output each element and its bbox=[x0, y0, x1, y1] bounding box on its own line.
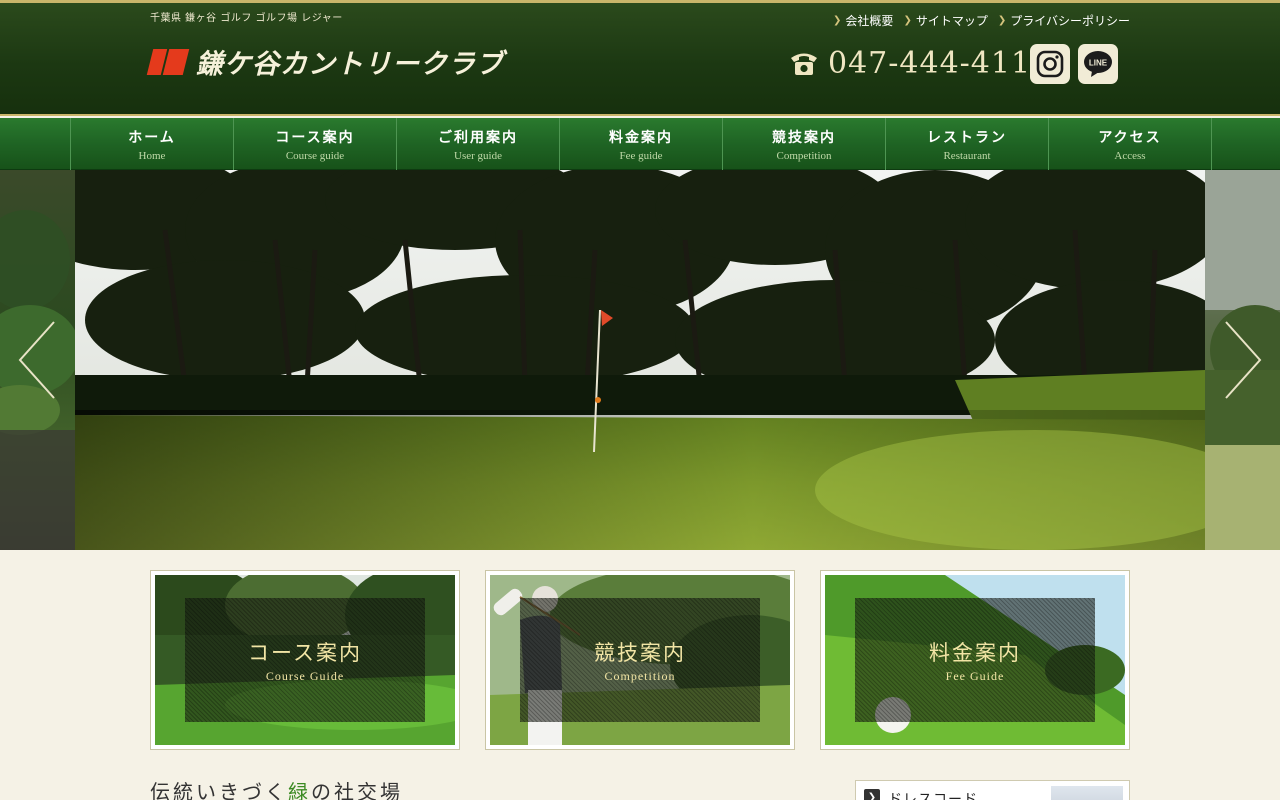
logo-text: 鎌ケ谷カントリークラブ bbox=[196, 48, 504, 80]
competition-photo: 競技案内 Competition bbox=[490, 575, 790, 745]
catch-before: 伝統いきづく bbox=[150, 780, 288, 800]
nav-item-restaurant[interactable]: レストラン Restaurant bbox=[886, 118, 1049, 170]
site-logo[interactable]: 鎌ケ谷カントリークラブ bbox=[146, 43, 504, 80]
dress-code-link[interactable]: ❯ ドレスコード bbox=[855, 780, 1130, 800]
card-title-en: Competition bbox=[604, 668, 676, 683]
card-label-box: 料金案内 Fee Guide bbox=[855, 598, 1095, 722]
header-tagline: 千葉県 鎌ヶ谷 ゴルフ ゴルフ場 レジャー bbox=[150, 13, 343, 24]
nav-label-en: Fee guide bbox=[619, 149, 663, 162]
card-title-jp: 料金案内 bbox=[929, 640, 1021, 665]
card-label-box: 競技案内 Competition bbox=[520, 598, 760, 722]
instagram-button[interactable] bbox=[1030, 44, 1070, 84]
top-link-company[interactable]: ❯ 会社概要 bbox=[833, 12, 893, 29]
chevron-left-icon bbox=[18, 321, 55, 399]
top-link-sitemap[interactable]: ❯ サイトマップ bbox=[903, 12, 987, 29]
top-link-privacy[interactable]: ❯ プライバシーポリシー bbox=[998, 12, 1130, 29]
top-link-label: プライバシーポリシー bbox=[1010, 14, 1130, 28]
chevron-right-icon: ❯ bbox=[864, 789, 880, 800]
nav-label-en: Competition bbox=[776, 149, 832, 162]
nav-item-course[interactable]: コース案内 Course guide bbox=[234, 118, 397, 170]
nav-item-user-guide[interactable]: ご利用案内 User guide bbox=[397, 118, 560, 170]
card-title-en: Fee Guide bbox=[945, 668, 1005, 683]
site-header: 千葉県 鎌ヶ谷 ゴルフ ゴルフ場 レジャー 鎌ケ谷カントリークラブ ❯ 会社概要… bbox=[0, 0, 1280, 116]
global-nav: ホーム Home コース案内 Course guide ご利用案内 User g… bbox=[0, 118, 1280, 170]
slider-next-arrow[interactable] bbox=[1222, 320, 1262, 404]
nav-label-en: User guide bbox=[454, 149, 502, 162]
nav-label-jp: コース案内 bbox=[275, 129, 355, 146]
card-fee-guide[interactable]: 料金案内 Fee Guide bbox=[820, 570, 1130, 750]
catch-copy: 伝統いきづく緑の社交場 bbox=[150, 776, 403, 800]
card-course-guide[interactable]: コース案内 Course Guide bbox=[150, 570, 460, 750]
top-link-label: 会社概要 bbox=[845, 14, 894, 28]
hero-image-golf-green bbox=[15, 170, 1255, 550]
hero-slider bbox=[0, 170, 1280, 550]
telephone-icon bbox=[791, 53, 817, 75]
chevron-right-icon: ❯ bbox=[903, 15, 912, 26]
nav-label-en: Course guide bbox=[285, 149, 345, 162]
chevron-right-icon bbox=[1225, 321, 1262, 399]
nav-label-jp: 競技案内 bbox=[772, 129, 836, 146]
nav-item-access[interactable]: アクセス Access bbox=[1049, 118, 1212, 170]
phone-block[interactable]: 047-444-4111 bbox=[788, 45, 1051, 81]
logo-mark-icon bbox=[146, 45, 190, 77]
nav-item-home[interactable]: ホーム Home bbox=[71, 118, 234, 170]
nav-label-jp: ホーム bbox=[128, 129, 176, 146]
phone-number: 047-444-4111 bbox=[828, 45, 1052, 81]
nav-label-jp: レストラン bbox=[927, 129, 1007, 146]
course-photo: コース案内 Course Guide bbox=[155, 575, 455, 745]
catch-after: の社交場 bbox=[311, 780, 403, 800]
svg-text:LINE: LINE bbox=[1089, 59, 1108, 68]
nav-label-en: Restaurant bbox=[943, 149, 991, 162]
card-title-jp: コース案内 bbox=[248, 640, 362, 665]
top-links: ❯ 会社概要 ❯ サイトマップ ❯ プライバシーポリシー bbox=[833, 12, 1130, 29]
slider-prev-arrow[interactable] bbox=[18, 320, 58, 404]
nav-label-jp: ご利用案内 bbox=[438, 129, 518, 146]
line-icon: LINE bbox=[1084, 51, 1112, 77]
catch-accent: 緑 bbox=[288, 780, 311, 800]
nav-item-fee[interactable]: 料金案内 Fee guide bbox=[560, 118, 723, 170]
card-competition[interactable]: 競技案内 Competition bbox=[485, 570, 795, 750]
chevron-right-icon: ❯ bbox=[997, 15, 1007, 26]
line-button[interactable]: LINE bbox=[1078, 44, 1118, 84]
top-link-label: サイトマップ bbox=[915, 14, 988, 28]
chevron-right-icon: ❯ bbox=[833, 15, 842, 26]
card-title-en: Course Guide bbox=[265, 668, 345, 683]
nav-label-jp: 料金案内 bbox=[609, 129, 673, 146]
instagram-icon bbox=[1036, 50, 1064, 78]
dress-code-label: ドレスコード bbox=[888, 792, 978, 800]
card-label-box: コース案内 Course Guide bbox=[185, 598, 425, 722]
fee-photo: 料金案内 Fee Guide bbox=[825, 575, 1125, 745]
nav-label-en: Access bbox=[1114, 149, 1146, 162]
nav-label-jp: アクセス bbox=[1098, 129, 1162, 146]
nav-label-en: Home bbox=[138, 149, 166, 162]
nav-item-competition[interactable]: 競技案内 Competition bbox=[723, 118, 886, 170]
dress-code-thumbnail bbox=[1051, 786, 1123, 800]
card-title-jp: 競技案内 bbox=[594, 640, 686, 665]
